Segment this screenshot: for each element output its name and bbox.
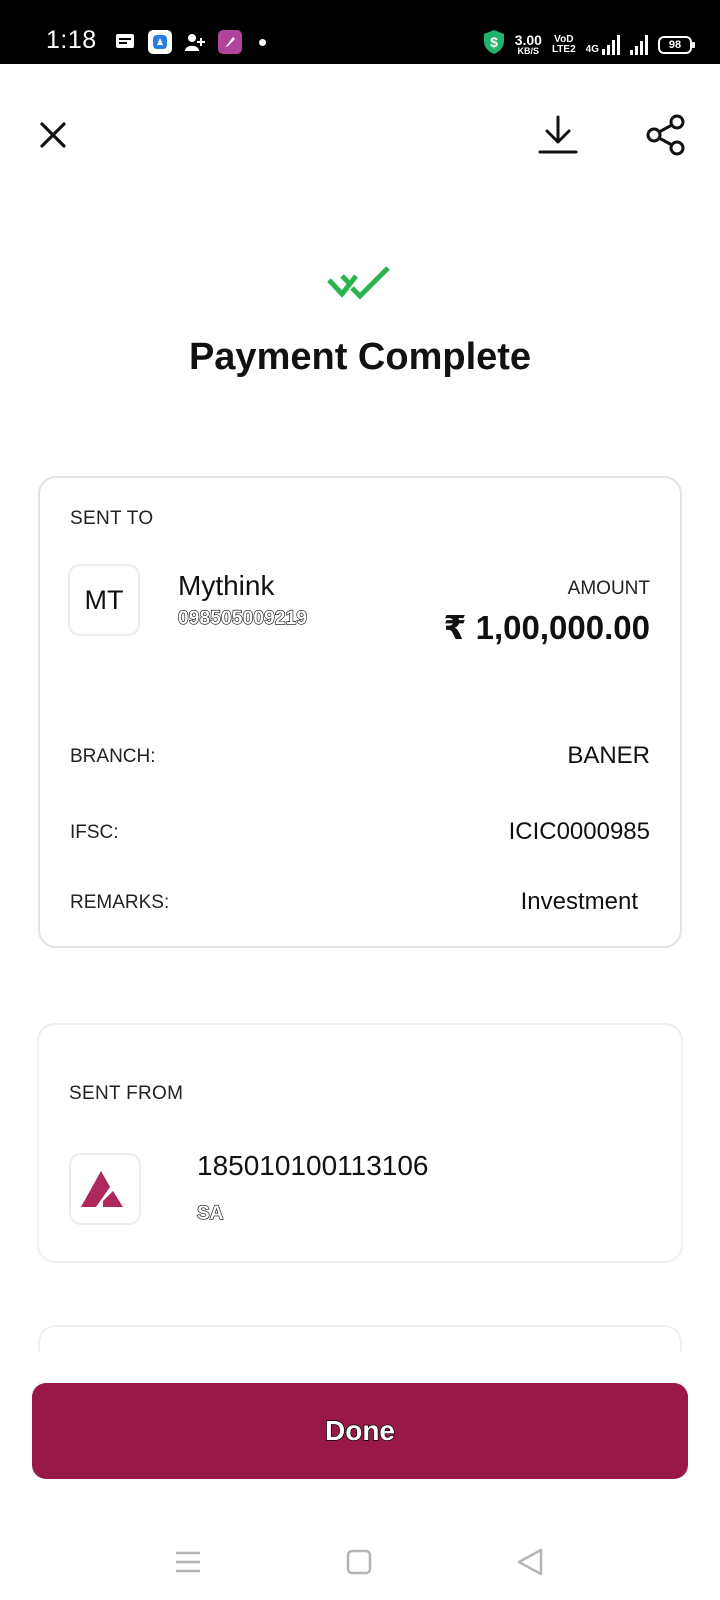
svg-text:$: $ xyxy=(490,34,498,50)
signal-sim1: 4G xyxy=(586,34,620,55)
notification-icons xyxy=(113,30,266,54)
sent-from-card: SENT FROM 185010100113106 SA xyxy=(37,1023,683,1263)
volte-indicator: VoD LTE2 xyxy=(551,33,576,55)
branch-label: BRANCH: xyxy=(70,746,156,767)
page-title: Payment Complete xyxy=(188,336,532,378)
sent-to-label: SENT TO xyxy=(70,508,154,529)
close-button[interactable] xyxy=(28,110,78,160)
ifsc-value: ICIC0000985 xyxy=(508,818,650,845)
recent-apps-button[interactable] xyxy=(166,1540,210,1584)
signal-bars-icon xyxy=(602,34,620,55)
net-speed: 3.00 KB/S xyxy=(514,32,542,56)
double-check-icon xyxy=(326,262,394,307)
payee-avatar: MT xyxy=(68,564,140,636)
app-blue-icon xyxy=(148,30,172,54)
from-account-number: 185010100113106 xyxy=(197,1150,429,1181)
remarks-label: REMARKS: xyxy=(70,892,170,913)
remarks-value: Investment xyxy=(520,888,638,915)
axis-bank-logo-icon xyxy=(81,1171,123,1207)
back-button[interactable] xyxy=(508,1540,552,1584)
back-triangle-icon xyxy=(517,1548,543,1576)
menu-icon xyxy=(176,1551,200,1573)
scroll-edge xyxy=(0,1352,720,1382)
amount-value: ₹ 1,00,000.00 xyxy=(443,609,650,646)
shield-icon: $ xyxy=(483,29,505,60)
bank-logo xyxy=(69,1153,141,1225)
download-button[interactable] xyxy=(533,110,583,160)
message-icon xyxy=(113,30,137,54)
payee-name: Mythink xyxy=(178,570,275,601)
app-pink-icon xyxy=(218,30,242,54)
share-button[interactable] xyxy=(641,110,691,160)
status-time: 1:18 xyxy=(46,26,97,54)
payee-account-number: 098505009219 xyxy=(177,607,308,629)
share-icon xyxy=(646,114,685,156)
branch-value: BANER xyxy=(567,742,650,769)
add-contact-icon xyxy=(183,30,207,54)
more-notifications-dot xyxy=(259,38,266,46)
close-icon xyxy=(40,122,66,148)
from-account-type: SA xyxy=(196,1202,224,1224)
done-button-label: Done xyxy=(324,1414,395,1446)
battery-icon: 98 xyxy=(658,35,695,54)
home-square-icon xyxy=(346,1549,372,1575)
amount-label: AMOUNT xyxy=(567,578,650,599)
home-button[interactable] xyxy=(337,1540,381,1584)
system-icons: $ 3.00 KB/S VoD LTE2 4G 98 xyxy=(483,29,695,60)
status-bar: 1:18 $ 3.00 KB/S VoD LTE2 4G 98 xyxy=(0,0,720,64)
sent-to-card: SENT TO MT Mythink 098505009219 AMOUNT ₹… xyxy=(38,476,682,948)
ifsc-label: IFSC: xyxy=(70,822,119,843)
download-icon xyxy=(538,115,578,154)
signal-sim2-icon xyxy=(630,34,648,55)
system-nav-bar xyxy=(0,1520,720,1600)
sent-from-label: SENT FROM xyxy=(69,1083,184,1104)
done-button[interactable]: Done xyxy=(32,1383,688,1479)
